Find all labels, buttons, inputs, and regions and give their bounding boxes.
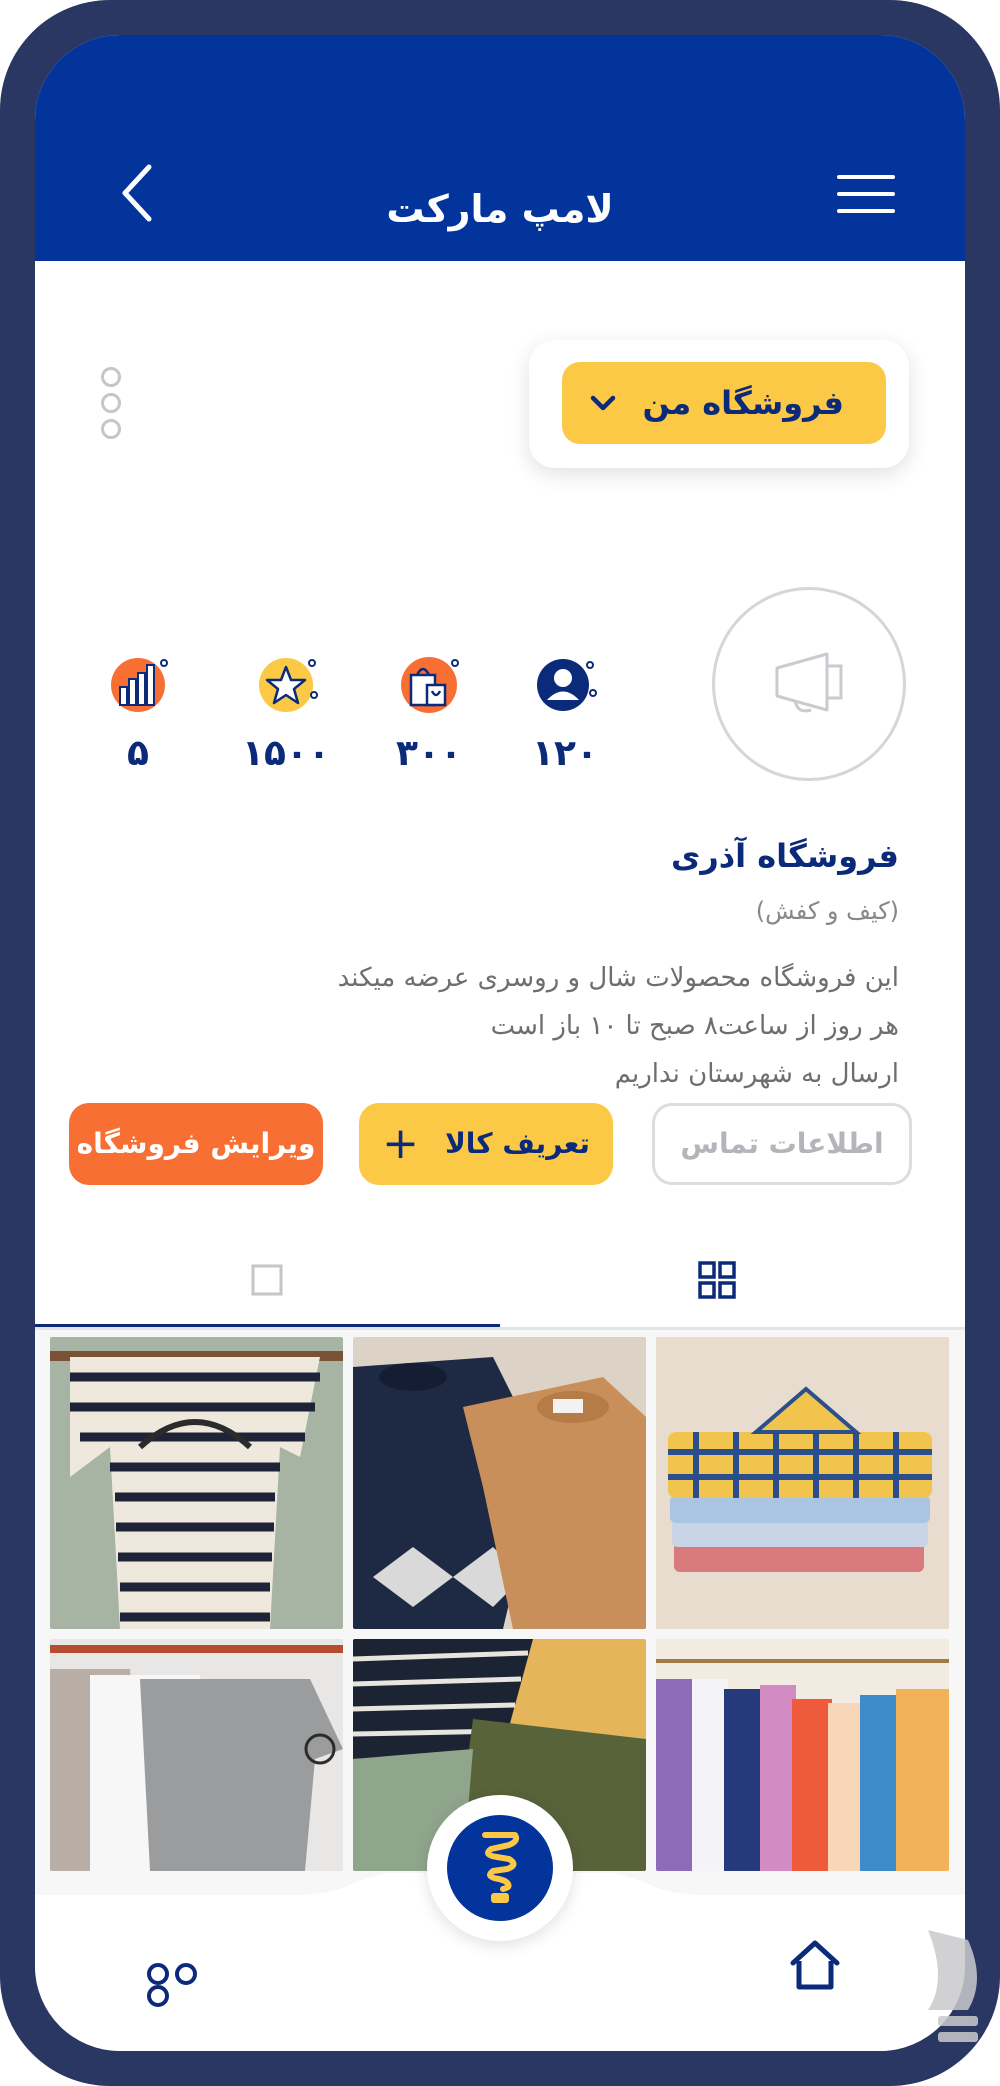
user-icon — [537, 659, 597, 711]
more-options-icon[interactable] — [99, 367, 123, 445]
stat-orders-value: ۳۰۰ — [396, 733, 462, 774]
edit-store-button[interactable]: ویرایش فروشگاه — [69, 1103, 323, 1185]
stat-sales-value: ۵ — [127, 733, 149, 774]
stat-sales[interactable]: ۵ — [78, 653, 198, 774]
stat-ratings[interactable]: ۱۵۰۰ — [226, 653, 346, 774]
megaphone-icon — [775, 652, 843, 713]
bazaar-watermark-logo — [928, 1930, 978, 2042]
shop-description-line-1: این فروشگاه محصولات شال و روسری عرضه میک… — [337, 963, 899, 993]
more-icon[interactable] — [147, 1963, 223, 2007]
lamp-logo-button[interactable] — [427, 1795, 573, 1941]
stat-followers-value: ۱۲۰ — [532, 733, 598, 774]
contact-info-button[interactable]: اطلاعات تماس — [652, 1103, 912, 1185]
store-avatar[interactable] — [712, 587, 906, 781]
hamburger-menu-icon[interactable] — [837, 175, 895, 219]
store-selector-card: فروشگاه من — [529, 340, 909, 468]
knit-sweaters-image[interactable] — [353, 1337, 646, 1629]
plus-icon: + — [382, 1118, 419, 1169]
edit-store-label: ویرایش فروشگاه — [76, 1127, 316, 1160]
lamp-logo — [447, 1815, 553, 1921]
shop-description-line-3: ارسال به شهرستان نداریم — [614, 1059, 899, 1089]
striped-tshirt-image[interactable] — [50, 1337, 343, 1629]
define-product-button[interactable]: تعریف کالا + — [359, 1103, 613, 1185]
contact-info-label: اطلاعات تماس — [680, 1127, 884, 1160]
tab-grid-view[interactable] — [500, 1231, 965, 1327]
define-product-label: تعریف کالا — [444, 1127, 590, 1160]
grid-view-icon — [698, 1261, 736, 1299]
view-tabs — [35, 1231, 965, 1330]
home-icon[interactable] — [785, 1935, 845, 1995]
stat-followers[interactable]: ۱۲۰ — [505, 653, 625, 774]
bar-chart-icon — [111, 658, 168, 712]
app-screen: لامپ مارکت فروشگاه من ۱۲۰ ۳۰۰ ۱۵۰۰ ۵ فرو… — [35, 35, 965, 2051]
app-title: لامپ مارکت — [386, 187, 614, 231]
stat-ratings-value: ۱۵۰۰ — [242, 733, 330, 774]
shop-name: فروشگاه آذری — [670, 837, 899, 875]
stat-orders[interactable]: ۳۰۰ — [369, 653, 489, 774]
star-icon — [259, 658, 318, 712]
folded-plaid-shirts-image[interactable] — [656, 1337, 949, 1629]
light-bulb-icon — [482, 1832, 520, 1903]
tab-single-view[interactable] — [35, 1231, 500, 1327]
shop-description-line-2: هر روز از ساعت۸ صبح تا ۱۰ باز است — [490, 1011, 899, 1041]
chevron-down-icon — [590, 395, 616, 411]
store-dropdown-label: فروشگاه من — [642, 384, 844, 422]
clothing-rack-image[interactable] — [656, 1639, 949, 1871]
shopping-bags-icon — [401, 657, 459, 713]
shop-category: (کیف و کفش) — [755, 897, 899, 925]
single-view-icon — [251, 1264, 283, 1296]
top-app-bar: لامپ مارکت — [35, 35, 965, 261]
tshirts-on-hangers-image[interactable] — [50, 1639, 343, 1871]
store-dropdown[interactable]: فروشگاه من — [562, 362, 886, 444]
